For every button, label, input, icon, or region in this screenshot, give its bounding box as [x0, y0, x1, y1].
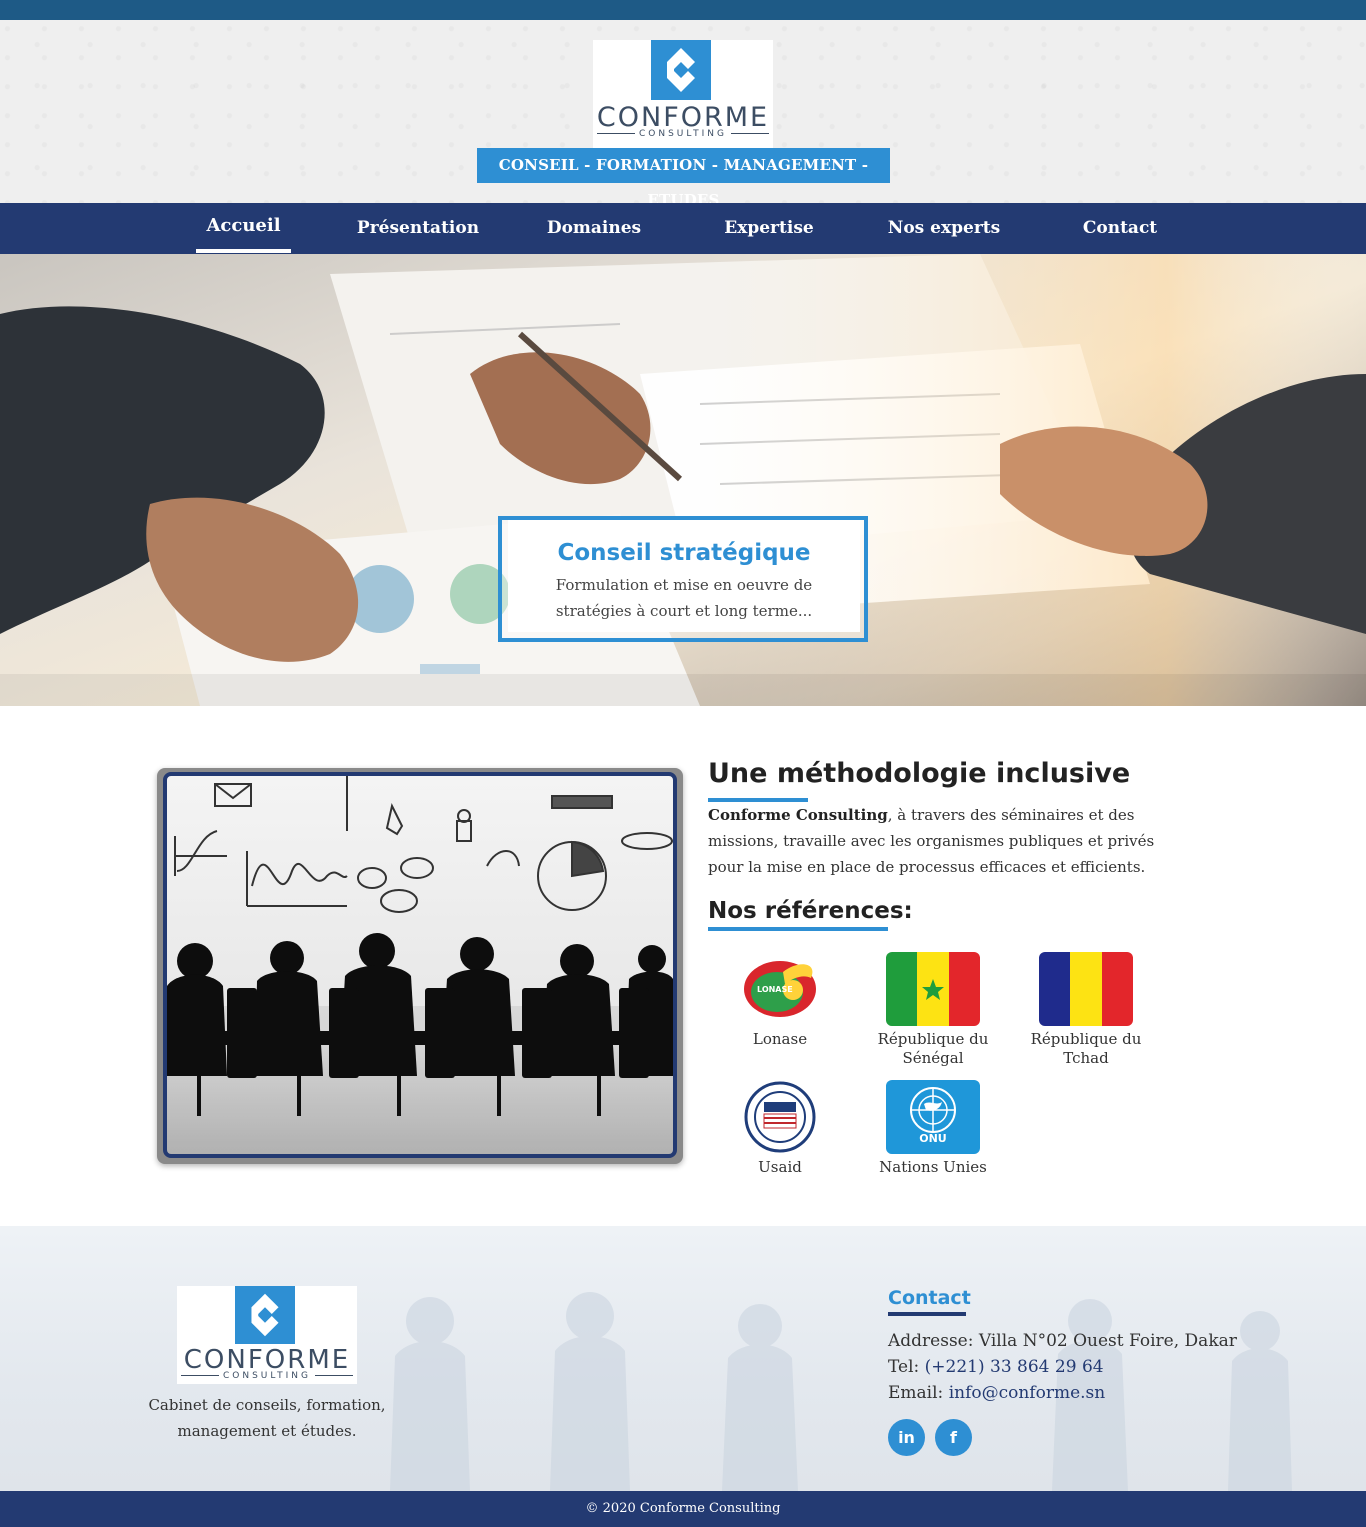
- nav-item-accueil[interactable]: Accueil: [196, 203, 291, 254]
- main-nav: Accueil Présentation Domaines Expertise …: [0, 203, 1366, 254]
- linkedin-icon[interactable]: in: [888, 1419, 925, 1456]
- svg-text:LONASE: LONASE: [757, 985, 793, 994]
- nav-item-domaines[interactable]: Domaines: [527, 203, 661, 254]
- phone-link[interactable]: (+221) 33 864 29 64: [925, 1357, 1104, 1377]
- top-bar: [0, 0, 1366, 20]
- usaid-seal-icon: [733, 1080, 827, 1154]
- nav-item-contact[interactable]: Contact: [1066, 203, 1174, 254]
- footer: CONFORME CONSULTING Cabinet de conseils,…: [0, 1226, 1366, 1491]
- email-link[interactable]: info@conforme.sn: [949, 1383, 1106, 1403]
- un-badge-text: ONU: [919, 1132, 947, 1145]
- facebook-icon[interactable]: f: [935, 1419, 972, 1456]
- company-name: Conforme Consulting: [708, 806, 888, 824]
- logo-subtitle: CONSULTING: [218, 1371, 316, 1381]
- contact-phone: Tel: (+221) 33 864 29 64: [888, 1357, 1104, 1377]
- footer-logo[interactable]: CONFORME CONSULTING: [177, 1286, 357, 1384]
- references-underline: [708, 927, 888, 931]
- contact-email: Email: info@conforme.sn: [888, 1383, 1106, 1403]
- lonase-logo-icon: LONASE: [733, 952, 827, 1026]
- hero-caption-card: Conseil stratégique Formulation et mise …: [498, 516, 868, 642]
- reference-senegal[interactable]: République du Sénégal: [858, 952, 1008, 1068]
- chad-flag-icon: [1039, 952, 1133, 1026]
- section-title: Une méthodologie inclusive: [708, 758, 1131, 789]
- reference-nations-unies[interactable]: ONU Nations Unies: [858, 1080, 1008, 1177]
- logo-mark-icon: [651, 40, 711, 100]
- copyright-bar: © 2020 Conforme Consulting: [0, 1491, 1366, 1527]
- references-title: Nos références:: [708, 898, 913, 924]
- reference-label: République du Sénégal: [877, 1030, 989, 1067]
- reference-label: République du Tchad: [1030, 1030, 1142, 1067]
- logo-mark-icon: [235, 1286, 295, 1344]
- nav-item-nos-experts[interactable]: Nos experts: [874, 203, 1014, 254]
- contact-title: Contact: [888, 1287, 971, 1309]
- tagline-banner: CONSEIL - FORMATION - MANAGEMENT - ETUDE…: [477, 148, 890, 209]
- reference-label: Usaid: [758, 1158, 802, 1176]
- meeting-illustration: [157, 768, 683, 1164]
- contact-underline: [888, 1312, 966, 1316]
- nav-item-expertise[interactable]: Expertise: [705, 203, 833, 254]
- reference-tchad[interactable]: République du Tchad: [1011, 952, 1161, 1068]
- hero-title: Conseil stratégique: [557, 540, 811, 566]
- nav-item-presentation[interactable]: Présentation: [343, 203, 493, 254]
- senegal-flag-icon: [886, 952, 980, 1026]
- method-description: Conforme Consulting, à travers des sémin…: [708, 806, 1155, 876]
- hero-text: Formulation et mise en oeuvre de stratég…: [555, 576, 813, 620]
- reference-label: Lonase: [752, 1030, 808, 1048]
- header: CONFORME CONSULTING CONSEIL - FORMATION …: [0, 20, 1366, 209]
- reference-usaid[interactable]: Usaid: [705, 1080, 855, 1177]
- hero-slider[interactable]: Conseil stratégique Formulation et mise …: [0, 254, 1366, 706]
- reference-lonase[interactable]: LONASE Lonase: [705, 952, 855, 1049]
- logo-subtitle: CONSULTING: [634, 129, 732, 139]
- un-logo-icon: ONU: [886, 1080, 980, 1154]
- reference-label: Nations Unies: [879, 1158, 987, 1176]
- contact-address: Addresse: Villa N°02 Ouest Foire, Dakar: [888, 1331, 1237, 1351]
- site-logo[interactable]: CONFORME CONSULTING: [593, 40, 773, 158]
- footer-description: Cabinet de conseils, formation, manageme…: [148, 1396, 386, 1440]
